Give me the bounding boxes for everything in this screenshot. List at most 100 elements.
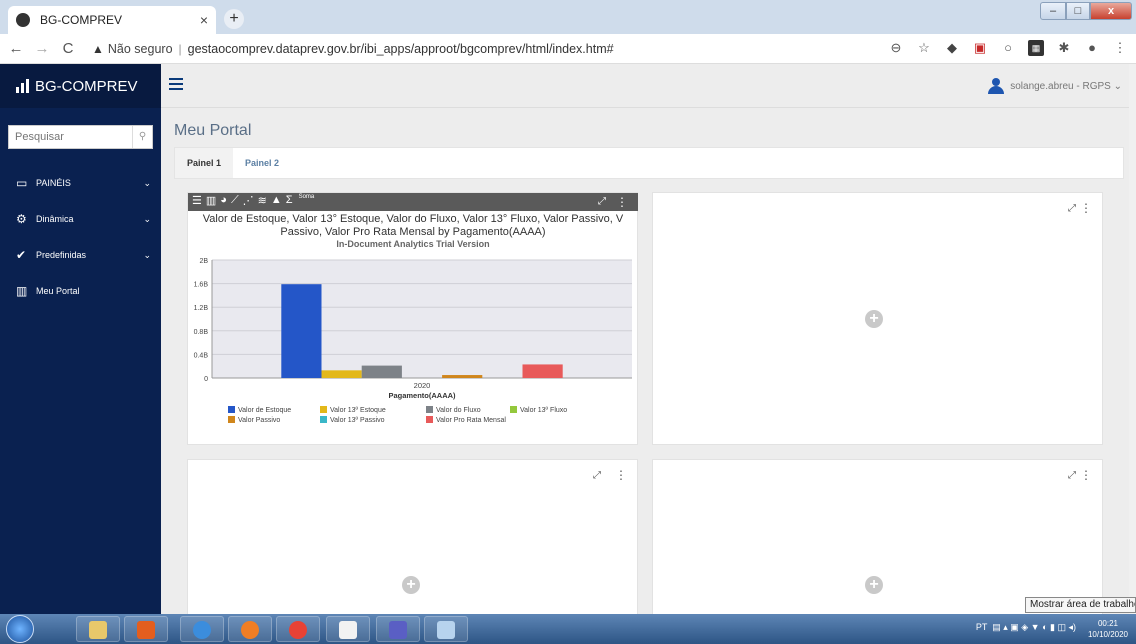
taskbar-publisher[interactable] <box>326 616 370 642</box>
add-content-icon[interactable]: + <box>865 576 883 594</box>
taskbar-paint[interactable] <box>424 616 468 642</box>
bar-chart-icon: ▥ <box>16 284 28 298</box>
sidebar-item-dinamica[interactable]: ⚙ Dinâmica ⌄ <box>0 201 161 237</box>
legend-label: Valor de Estoque <box>238 407 291 414</box>
url-field[interactable]: gestaocomprev.dataprev.gov.br/ibi_apps/a… <box>188 42 614 56</box>
bar <box>442 375 483 378</box>
reload-icon[interactable]: C <box>58 40 78 57</box>
paint-icon <box>437 621 455 639</box>
sidebar-item-paineis[interactable]: ▭ PAINÉIS ⌄ <box>0 165 161 201</box>
expand-icon[interactable]: ⤢ <box>1068 470 1076 481</box>
pocket-extension-icon[interactable]: ▣ <box>972 40 988 56</box>
globe-icon <box>16 13 30 27</box>
add-content-icon[interactable]: + <box>865 310 883 328</box>
start-button[interactable] <box>6 615 34 643</box>
legend-label: Valor Pro Rata Mensal <box>436 417 506 424</box>
y-tick-label: 0 <box>204 376 208 383</box>
zoom-icon[interactable]: ⊖ <box>888 40 904 56</box>
bookmark-star-icon[interactable]: ☆ <box>916 40 932 56</box>
back-icon[interactable]: ← <box>6 40 26 57</box>
clock[interactable]: 00:21 10/10/2020 <box>1088 618 1128 640</box>
clock-time: 00:21 <box>1097 619 1118 628</box>
shield-extension-icon[interactable]: ◆ <box>944 40 960 56</box>
search-input[interactable] <box>9 126 132 148</box>
pie-chart-icon[interactable]: ◕ <box>220 194 227 207</box>
legend-swatch <box>320 416 327 423</box>
kebab-menu-icon[interactable]: ⋮ <box>1080 201 1092 215</box>
minimize-button[interactable]: – <box>1040 2 1066 20</box>
chevron-down-icon: ⌄ <box>143 177 151 188</box>
profile-icon[interactable]: ● <box>1084 40 1100 56</box>
chart-title-line-1: Valor de Estoque, Valor 13° Estoque, Val… <box>202 213 624 225</box>
search-icon[interactable]: ⚲ <box>132 126 152 148</box>
filter-icon[interactable]: ☰ <box>192 194 202 207</box>
user-menu[interactable]: solange.abreu - RGPS ⌄ <box>988 78 1122 94</box>
chart-toolbar-icons: ☰ ▥ ◕ ⟋ ⋰ ≋ ▲ Σ Soma <box>192 194 314 207</box>
legend-swatch <box>228 406 235 413</box>
soma-label[interactable]: Soma <box>299 194 315 207</box>
legend-label: Valor Passivo <box>238 417 280 424</box>
forward-icon[interactable]: → <box>32 40 52 57</box>
page-scrollbar[interactable] <box>1129 64 1136 614</box>
brand-title: BG-COMPREV <box>35 77 138 95</box>
new-tab-button[interactable]: + <box>224 9 244 29</box>
expand-icon[interactable]: ⤢ <box>593 470 601 481</box>
legend-swatch <box>228 416 235 423</box>
page-title: Meu Portal <box>174 122 252 139</box>
scatter-chart-icon[interactable]: ⋰ <box>243 194 254 207</box>
tray-icons[interactable]: ▤ ▴ ▣ ◈ ▼ ◐ ▮ ◫ ◂) <box>990 622 1076 632</box>
line-chart-icon[interactable]: ⟋ <box>231 194 239 207</box>
kebab-menu-icon[interactable]: ⋮ <box>615 468 627 482</box>
dark-extension-icon[interactable]: ▦ <box>1028 40 1044 56</box>
monitor-icon: ▭ <box>16 176 28 190</box>
add-content-icon[interactable]: + <box>402 576 420 594</box>
expand-icon[interactable]: ⤢ <box>598 196 606 207</box>
maximize-button[interactable]: □ <box>1066 2 1090 20</box>
taskbar-outlook[interactable] <box>124 616 168 642</box>
taskbar-teams[interactable] <box>376 616 420 642</box>
sidebar-brand[interactable]: BG-COMPREV <box>0 64 161 108</box>
bar <box>361 365 402 378</box>
chart-title-line-2: Passivo, Valor Pro Rata Mensal by Pagame… <box>280 226 546 238</box>
sidebar-item-meu-portal[interactable]: ▥ Meu Portal <box>0 273 161 309</box>
warning-icon[interactable]: ▲ <box>92 42 104 56</box>
taskbar-firefox[interactable] <box>228 616 272 642</box>
hamburger-menu-icon[interactable] <box>169 78 183 90</box>
ie-icon <box>193 621 211 639</box>
kebab-menu-icon[interactable]: ⋮ <box>616 195 628 209</box>
document-icon <box>339 621 357 639</box>
expand-icon[interactable]: ⤢ <box>1068 203 1076 214</box>
menu-kebab-icon[interactable]: ⋮ <box>1112 40 1128 56</box>
clock-date: 10/10/2020 <box>1087 630 1128 639</box>
browser-titlebar: BG-COMPREV × + – □ x <box>0 0 1136 34</box>
sidebar-item-predefinidas[interactable]: ✔ Predefinidas ⌄ <box>0 237 161 273</box>
windows-taskbar: PT ▤ ▴ ▣ ◈ ▼ ◐ ▮ ◫ ◂) 00:21 10/10/2020 <box>0 614 1136 644</box>
taskbar-explorer[interactable] <box>76 616 120 642</box>
tab-painel-1[interactable]: Painel 1 <box>175 148 234 178</box>
x-axis-title: Pagamento(AAAA) <box>388 391 456 400</box>
taskbar-chrome[interactable] <box>276 616 320 642</box>
area-chart-icon[interactable]: ≋ <box>258 194 267 207</box>
sidebar-item-label: Dinâmica <box>36 214 74 224</box>
taskbar-ie[interactable] <box>180 616 224 642</box>
language-indicator[interactable]: PT <box>976 622 987 632</box>
sum-icon[interactable]: Σ <box>286 194 293 207</box>
image-icon[interactable]: ▲ <box>271 194 282 207</box>
bar <box>522 364 563 378</box>
puzzle-extension-icon[interactable]: ✱ <box>1056 40 1072 56</box>
close-window-button[interactable]: x <box>1090 2 1132 20</box>
kebab-menu-icon[interactable]: ⋮ <box>1080 468 1092 482</box>
browser-tab[interactable]: BG-COMPREV × <box>8 6 216 34</box>
show-desktop-tooltip: Mostrar área de trabalho <box>1025 597 1136 613</box>
chevron-down-icon: ⌄ <box>143 213 151 224</box>
bar-chart-icon[interactable]: ▥ <box>206 194 216 207</box>
chart-title: Valor de Estoque, Valor 13° Estoque, Val… <box>188 213 638 239</box>
tab-painel-2[interactable]: Painel 2 <box>233 148 291 178</box>
tab-close-button[interactable]: × <box>200 12 208 28</box>
legend-label: Valor 13º Passivo <box>330 417 385 424</box>
not-secure-label[interactable]: Não seguro <box>108 42 173 56</box>
circle-extension-icon[interactable]: ○ <box>1000 40 1016 56</box>
legend-swatch <box>510 406 517 413</box>
teams-icon <box>389 621 407 639</box>
sidebar-item-label: PAINÉIS <box>36 178 71 188</box>
